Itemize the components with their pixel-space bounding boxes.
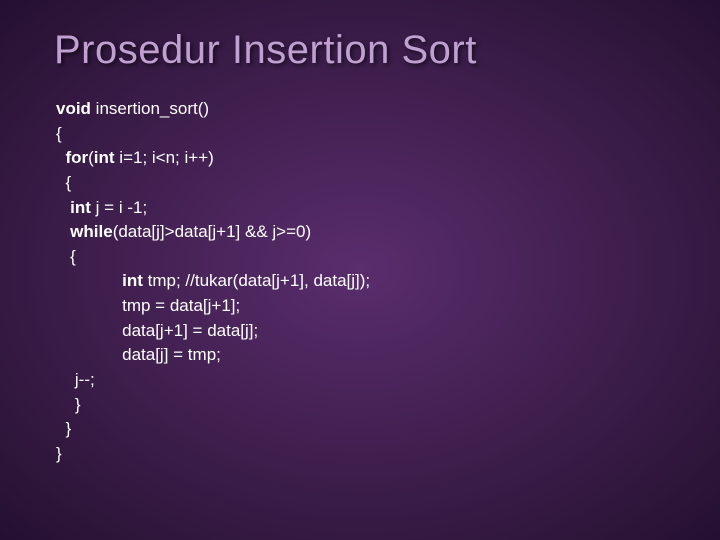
kw-int: int xyxy=(56,198,91,217)
code-text: tmp = data[j+1]; xyxy=(56,296,240,315)
code-text: (data[j]>data[j+1] && j>=0) xyxy=(113,222,311,241)
kw-int: int xyxy=(94,148,115,167)
code-text: } xyxy=(56,444,62,463)
kw-int: int xyxy=(56,271,143,290)
code-text: { xyxy=(56,124,62,143)
code-text: { xyxy=(56,247,76,266)
code-text: insertion_sort() xyxy=(91,99,209,118)
kw-while: while xyxy=(56,222,113,241)
code-text: } xyxy=(56,395,81,414)
code-text: i=1; i<n; i++) xyxy=(115,148,214,167)
code-text: } xyxy=(56,419,71,438)
code-text: j = i -1; xyxy=(91,198,147,217)
kw-for: for xyxy=(56,148,88,167)
code-text: { xyxy=(56,173,71,192)
slide-title: Prosedur Insertion Sort xyxy=(54,28,666,73)
code-text: data[j] = tmp; xyxy=(56,345,221,364)
kw-void: void xyxy=(56,99,91,118)
code-text: data[j+1] = data[j]; xyxy=(56,321,258,340)
slide: Prosedur Insertion Sort void insertion_s… xyxy=(0,0,720,540)
code-block: void insertion_sort() { for(int i=1; i<n… xyxy=(54,97,666,467)
code-text: j--; xyxy=(56,370,95,389)
code-text: tmp; //tukar(data[j+1], data[j]); xyxy=(143,271,370,290)
